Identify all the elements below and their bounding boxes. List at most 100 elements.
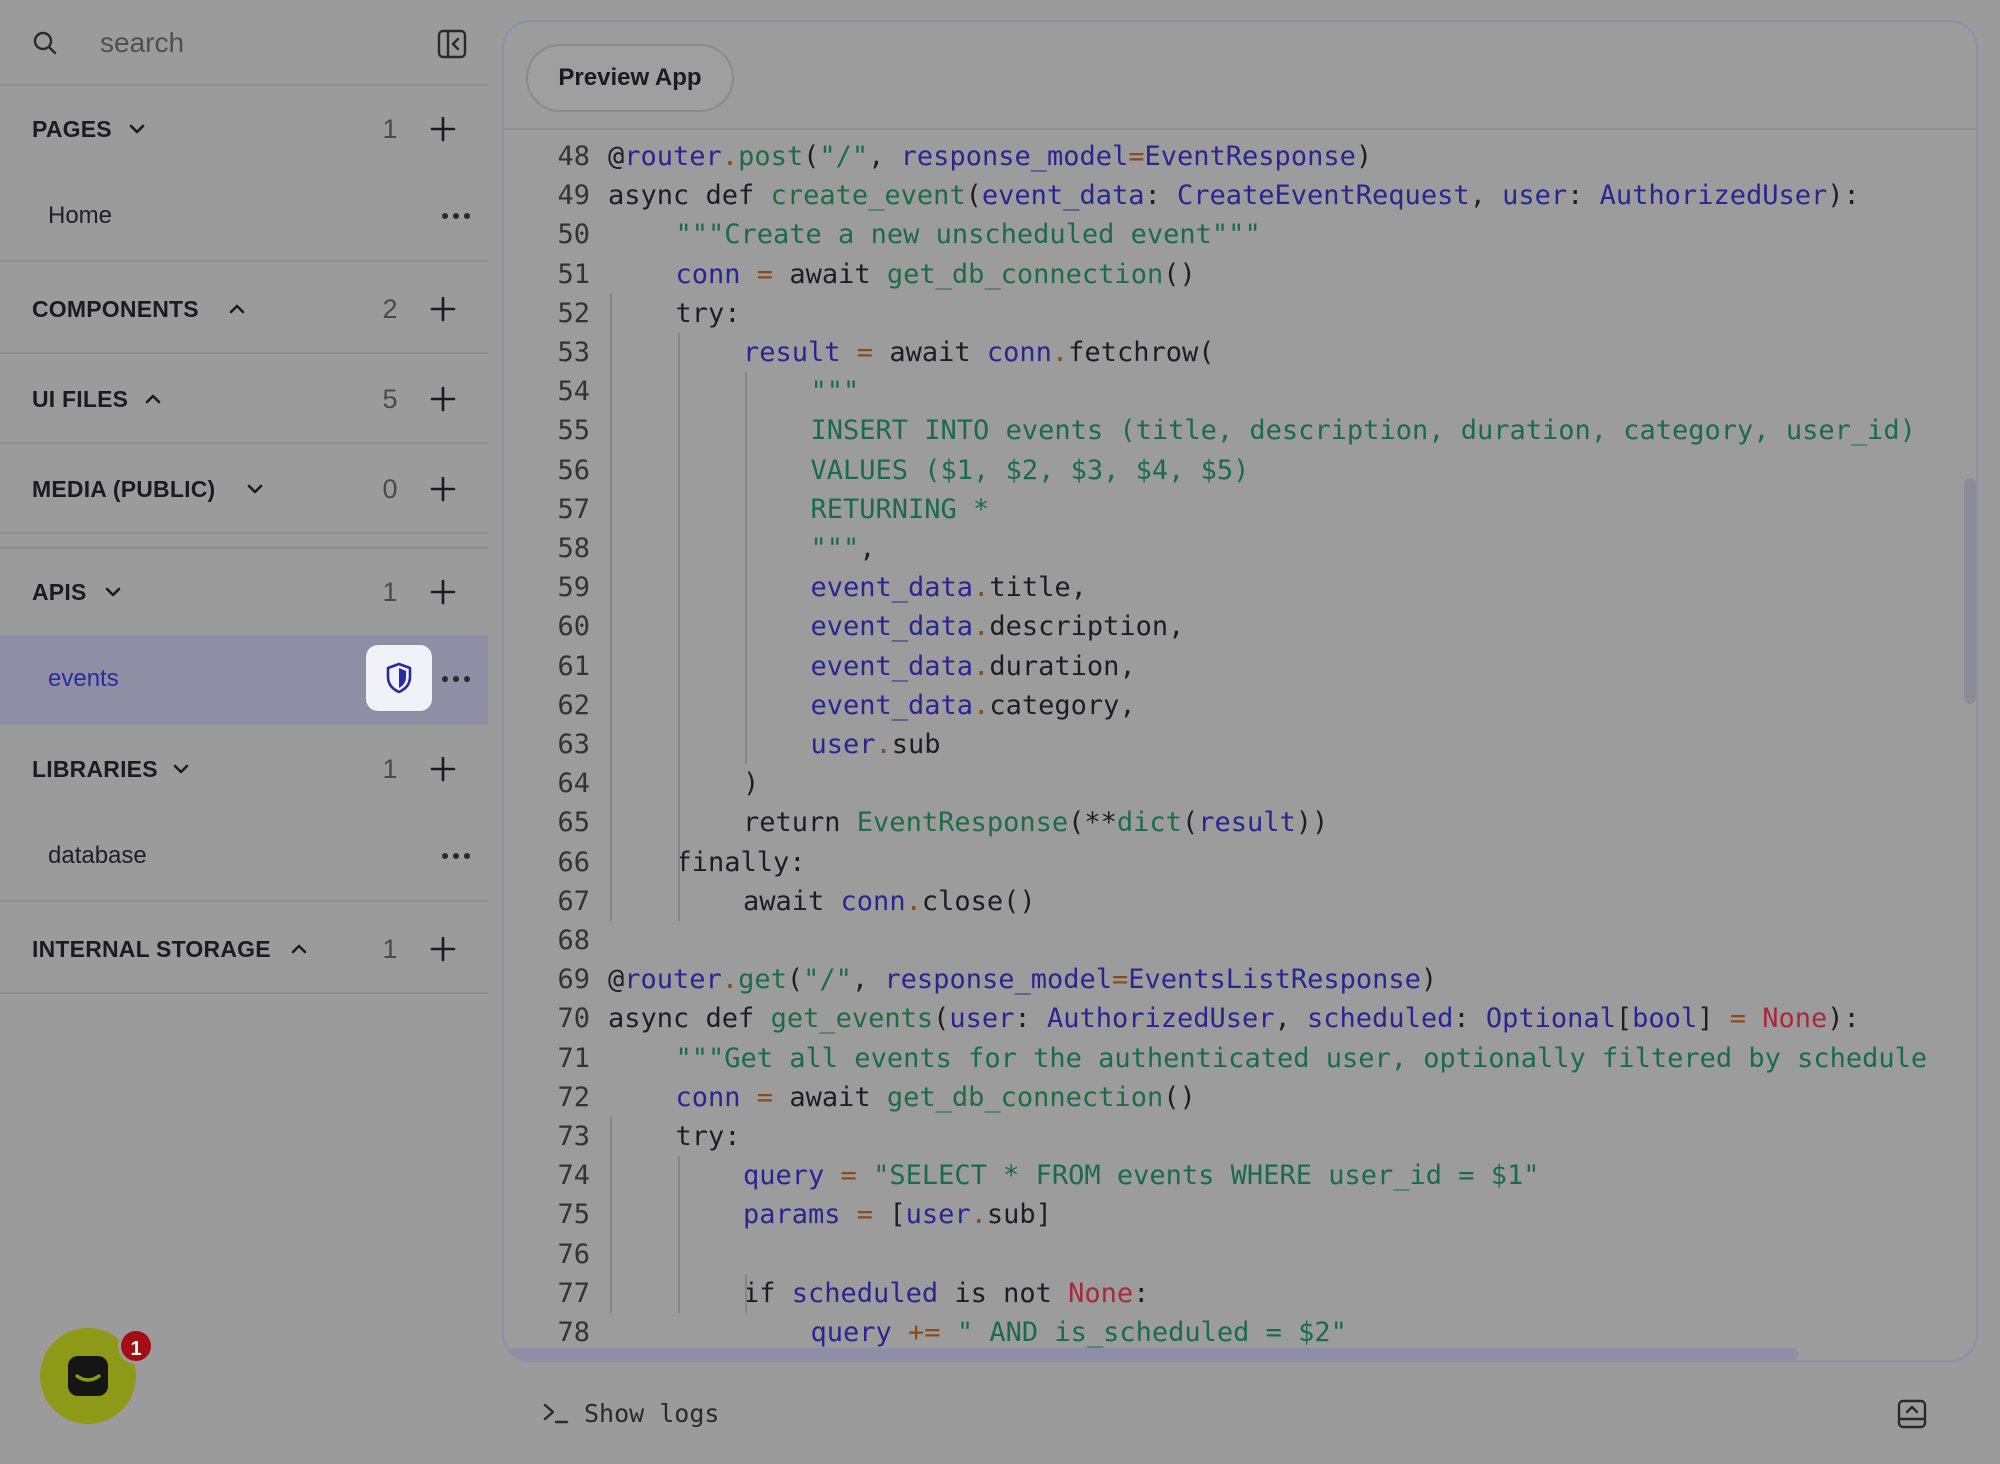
code-token: ( — [933, 1003, 950, 1035]
sidebar-item-Home[interactable]: Home — [0, 172, 488, 260]
more-options-icon[interactable] — [440, 208, 472, 224]
section-count: 2 — [382, 294, 398, 324]
code-token: VALUES ($1, $2, $3, $4, $5) — [810, 454, 1250, 486]
code-token: response_model — [884, 964, 1112, 996]
section-header-ui-files[interactable]: UI FILES 5 — [0, 356, 488, 442]
code-token: user — [1502, 180, 1568, 212]
code-token: try: — [675, 1121, 741, 1152]
section-count: 0 — [382, 474, 398, 504]
code-text: user.sub — [811, 725, 941, 764]
code-token: ( — [965, 180, 982, 212]
code-token: = — [740, 258, 790, 290]
code-token: ) — [1420, 964, 1438, 996]
code-token: EventsListResponse — [1128, 964, 1421, 996]
shield-icon — [386, 662, 412, 694]
code-token: CreateEventRequest — [1176, 180, 1470, 212]
indent-guide — [745, 372, 747, 765]
toggle-panel-icon[interactable] — [1896, 1398, 1928, 1430]
code-token: ] — [1697, 1003, 1714, 1035]
code-text: """Get all events for the authenticated … — [676, 1039, 1928, 1078]
code-token: , — [868, 141, 901, 172]
code-token: ( — [1181, 807, 1199, 839]
code-token: () — [1163, 1081, 1196, 1113]
section-header-components[interactable]: COMPONENTS 2 — [0, 266, 488, 352]
code-token: EventResponse — [1144, 141, 1356, 172]
code-text: finally: — [676, 843, 806, 882]
code-text: conn = await get_db_connection() — [676, 255, 1196, 294]
code-text: VALUES ($1, $2, $3, $4, $5) — [811, 451, 1250, 490]
chevron-down-icon[interactable] — [170, 758, 192, 780]
add-icon[interactable] — [428, 934, 458, 964]
code-token: query — [743, 1160, 825, 1192]
line-number: 76 — [557, 1238, 590, 1270]
chevron-up-icon[interactable] — [226, 298, 248, 320]
code-text: event_data.duration, — [811, 647, 1136, 686]
sidebar-section-pages: PAGES 1 Home — [0, 86, 488, 262]
code-token: result — [743, 337, 841, 368]
chat-icon — [68, 1356, 108, 1396]
more-options-icon[interactable] — [440, 671, 472, 687]
add-icon[interactable] — [428, 114, 458, 144]
code-token: = — [1713, 1003, 1763, 1035]
chevron-down-icon[interactable] — [102, 581, 124, 603]
code-token: : — [1453, 1003, 1486, 1035]
section-header-libraries[interactable]: LIBRARIES 1 — [0, 726, 488, 812]
code-token: [ — [1615, 1003, 1633, 1035]
code-token: conn — [840, 885, 906, 917]
sidebar-section-media-public: MEDIA (PUBLIC) 0 — [0, 446, 488, 534]
chevron-down-icon[interactable] — [126, 118, 148, 140]
code-text: """Create a new unscheduled event""" — [676, 215, 1261, 254]
code-token: . — [973, 689, 990, 721]
code-token: event_data — [810, 689, 974, 721]
code-token: None — [1762, 1003, 1828, 1035]
section-header-media-public[interactable]: MEDIA (PUBLIC) 0 — [0, 446, 488, 532]
line-number: 61 — [557, 650, 590, 682]
code-text: async def create_event(event_data: Creat… — [608, 176, 1860, 215]
section-count: 1 — [382, 934, 398, 964]
code-token: = — [1112, 964, 1129, 996]
search-input[interactable] — [100, 20, 400, 66]
add-icon[interactable] — [428, 754, 458, 784]
code-text: INSERT INTO events (title, description, … — [811, 411, 1916, 450]
section-header-apis[interactable]: APIS 1 — [0, 549, 488, 635]
code-token: result — [1198, 807, 1296, 839]
auth-shield-button[interactable] — [366, 645, 432, 711]
sidebar-section-components: COMPONENTS 2 — [0, 266, 488, 354]
code-token: sub] — [986, 1199, 1052, 1231]
chevron-up-icon[interactable] — [288, 938, 310, 960]
line-number: 51 — [557, 258, 590, 290]
search-icon[interactable] — [30, 28, 60, 58]
preview-app-button[interactable]: Preview App — [526, 44, 734, 112]
vertical-scrollbar[interactable] — [1964, 478, 1976, 704]
add-icon[interactable] — [428, 474, 458, 504]
section-count: 1 — [382, 754, 398, 784]
show-logs-button[interactable]: Show logs — [584, 1394, 719, 1434]
chevron-up-icon[interactable] — [142, 388, 164, 410]
code-token: (** — [1068, 807, 1117, 839]
code-token: ( — [786, 964, 804, 996]
code-token: , — [1469, 180, 1503, 212]
code-editor[interactable]: 48 @router.post("/", response_model=Event… — [504, 132, 1976, 1360]
section-title: APIS — [32, 579, 87, 605]
add-icon[interactable] — [428, 384, 458, 414]
code-token: return — [743, 807, 857, 839]
sidebar-item-database[interactable]: database — [0, 812, 488, 900]
code-text: @router.get("/", response_model=EventsLi… — [608, 960, 1437, 999]
code-token: = — [840, 337, 890, 368]
code-token: AuthorizedUser — [1046, 1003, 1275, 1035]
code-token: response_model — [900, 141, 1129, 172]
section-header-internal-storage[interactable]: INTERNAL STORAGE 1 — [0, 906, 488, 992]
sidebar-item-events[interactable]: events — [0, 635, 488, 723]
code-token: event_data — [810, 572, 974, 604]
add-icon[interactable] — [428, 577, 458, 607]
indent-guide — [745, 1273, 747, 1313]
code-token: user — [949, 1003, 1015, 1035]
code-token: query — [810, 1317, 892, 1348]
chevron-down-icon[interactable] — [244, 478, 266, 500]
add-icon[interactable] — [428, 294, 458, 324]
section-header-pages[interactable]: PAGES 1 — [0, 86, 488, 172]
horizontal-scrollbar[interactable] — [504, 1348, 1798, 1360]
more-options-icon[interactable] — [440, 848, 472, 864]
code-text: event_data.title, — [811, 568, 1087, 607]
collapse-sidebar-icon[interactable] — [436, 28, 468, 60]
